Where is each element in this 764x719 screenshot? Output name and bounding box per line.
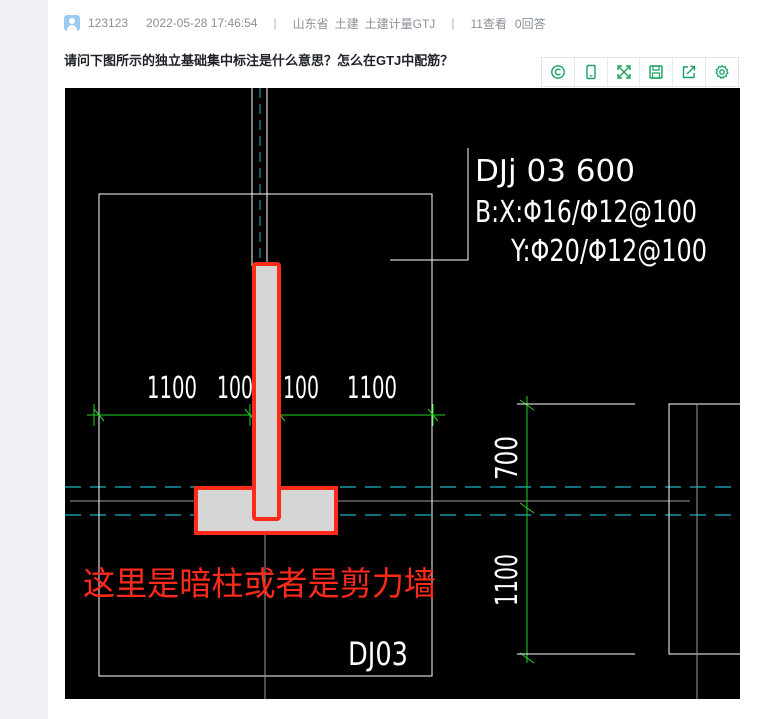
dim-1100-right: 1100 (347, 371, 397, 406)
view-count: 11查看 (470, 16, 507, 31)
wall-vertical-highlight (252, 262, 281, 521)
phone-icon (586, 64, 596, 80)
dim-700-vertical: 700 (490, 436, 525, 480)
dim-100-left: 100 (217, 371, 253, 406)
avatar[interactable] (64, 15, 80, 31)
ocr-button[interactable] (542, 58, 575, 86)
dim-1100-vertical: 1100 (490, 554, 525, 606)
fullscreen-icon (616, 65, 631, 79)
question-meta: 123123 2022-05-28 17:46:54 | 山东省 土建 土建计量… (64, 14, 546, 32)
answer-count: 0回答 (514, 16, 546, 31)
category-tag[interactable]: 土建 (335, 15, 359, 32)
question-card: 123123 2022-05-28 17:46:54 | 山东省 土建 土建计量… (48, 0, 764, 719)
author-name[interactable]: 123123 (88, 16, 128, 30)
label-leader (390, 148, 469, 261)
meta-separator-2: | (451, 16, 455, 30)
post-datetime: 2022-05-28 17:46:54 (146, 16, 258, 30)
foundation-label-line1: DJj 03 600 (475, 154, 635, 189)
foundation-label-line3: Y:Φ20/Φ12@100 (510, 234, 707, 269)
settings-icon (715, 64, 729, 79)
province-tag[interactable]: 山东省 (293, 15, 329, 32)
question-title: 请问下图所示的独立基础集中标注是什么意思？怎么在GTJ中配筋？ (64, 53, 454, 68)
share-icon (683, 65, 696, 79)
software-tag[interactable]: 土建计量GTJ (365, 15, 436, 32)
save-icon (649, 65, 664, 79)
meta-separator: | (273, 16, 277, 30)
foundation-label-line2: B:X:Φ16/Φ12@100 (475, 195, 697, 230)
image-toolbar (541, 57, 739, 87)
foundation-name: DJ03 (348, 635, 408, 673)
cad-drawing: DJj 03 600 B:X:Φ16/Φ12@100 Y:Φ20/Φ12@100… (65, 88, 740, 699)
dim-100-right: 100 (283, 371, 319, 406)
share-button[interactable] (673, 58, 707, 86)
annotation-text: 这里是暗柱或者是剪力墙 (83, 564, 436, 603)
settings-button[interactable] (706, 58, 738, 86)
dim-1100-left: 1100 (147, 371, 197, 406)
fullscreen-button[interactable] (608, 58, 641, 86)
adjacent-foundation (668, 403, 740, 655)
ocr-icon (551, 65, 565, 79)
save-button[interactable] (640, 58, 674, 86)
phone-view-button[interactable] (575, 58, 608, 86)
question-image[interactable]: DJj 03 600 B:X:Φ16/Φ12@100 Y:Φ20/Φ12@100… (65, 88, 740, 699)
